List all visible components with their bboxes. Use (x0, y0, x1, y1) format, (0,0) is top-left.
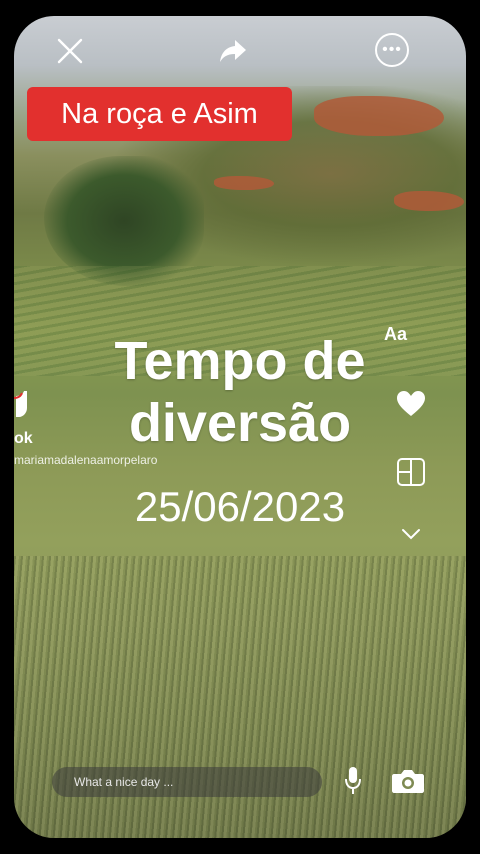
chevron-down-icon[interactable] (399, 524, 423, 544)
more-icon[interactable]: ••• (375, 33, 409, 67)
heart-icon[interactable] (395, 388, 427, 420)
layout-icon[interactable] (395, 456, 427, 488)
title-label[interactable]: Na roça e Asim (27, 87, 292, 141)
message-input[interactable]: What a nice day ... (52, 767, 322, 797)
mic-icon[interactable] (343, 766, 363, 796)
close-icon[interactable] (55, 36, 85, 66)
background-soil (314, 96, 444, 136)
text-tool-button[interactable]: Aa (384, 324, 407, 345)
share-icon[interactable] (218, 36, 248, 66)
background-soil (394, 191, 464, 211)
tiktok-logo-icon (14, 390, 28, 418)
tiktok-brand-label: ok (14, 430, 33, 447)
overlay-main-text[interactable]: Tempo de diversão (60, 330, 420, 454)
background-soil (214, 176, 274, 190)
camera-icon[interactable] (391, 768, 425, 794)
tiktok-username: mariamadalenaamorpelaro (14, 453, 158, 467)
overlay-date-text[interactable]: 25/06/2023 (60, 483, 420, 531)
